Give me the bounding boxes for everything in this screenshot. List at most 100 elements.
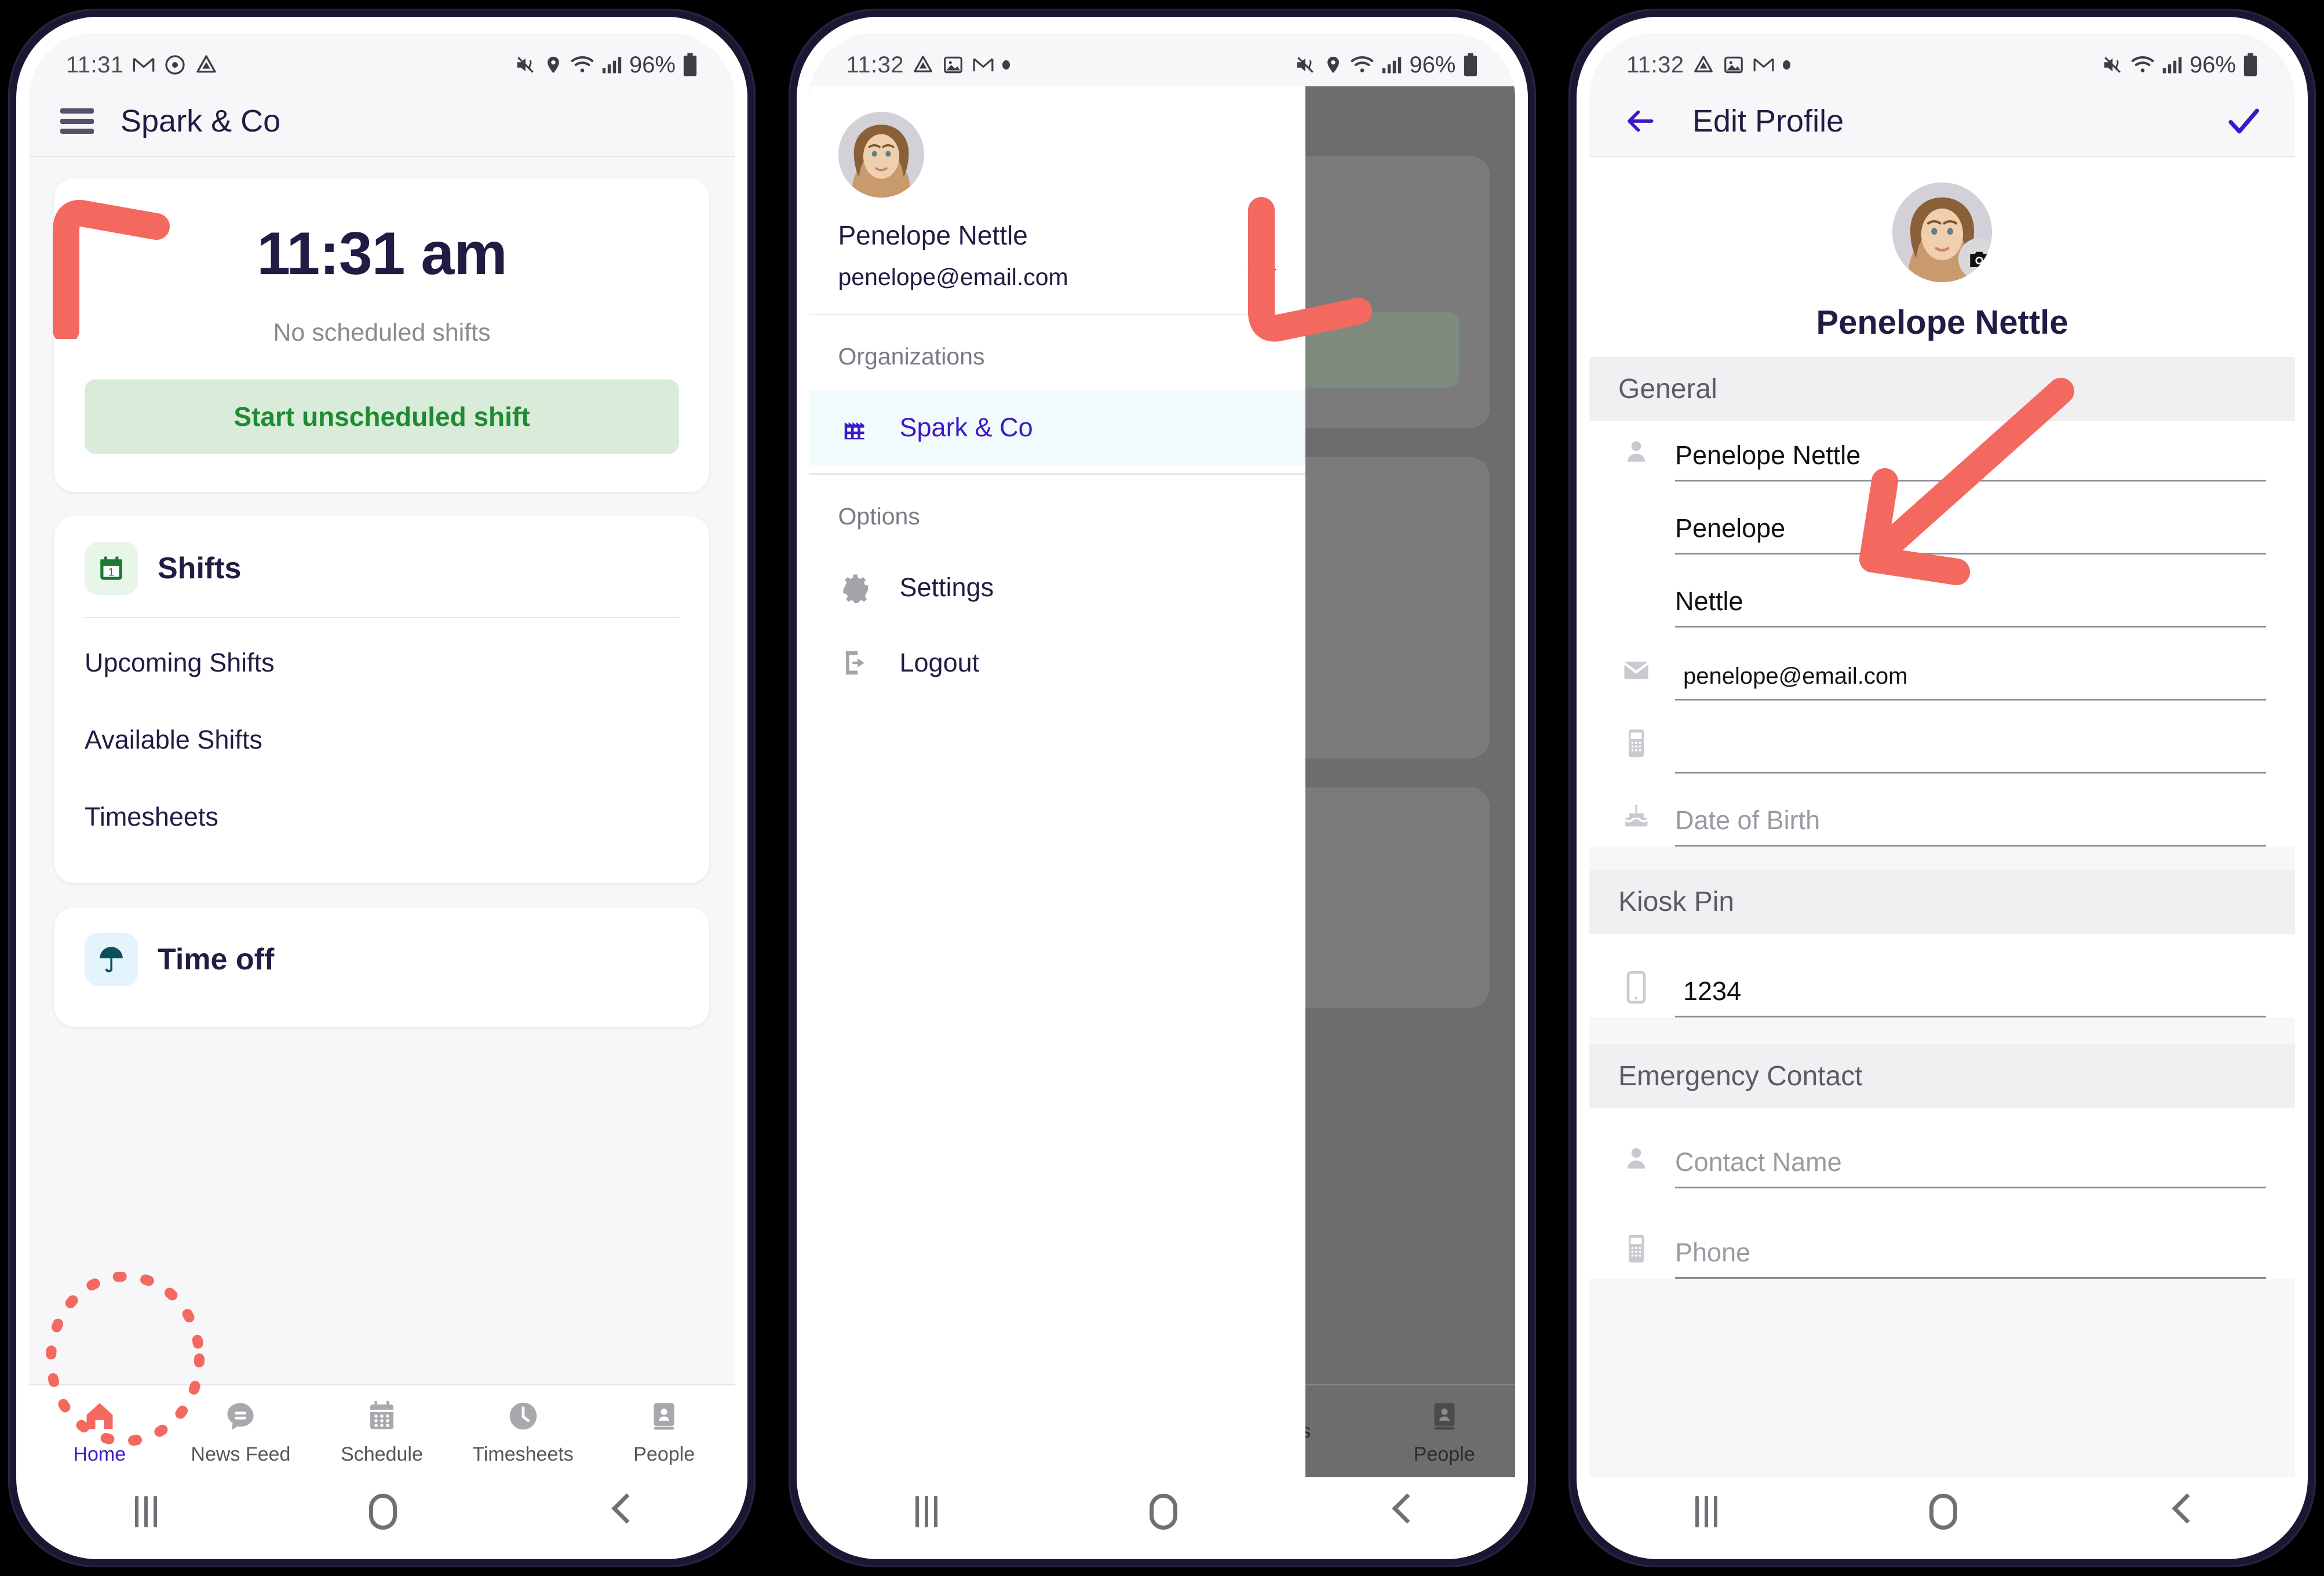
section-header-emergency-contact: Emergency Contact [1589, 1044, 2295, 1108]
time-off-card[interactable]: Time off [54, 907, 709, 1027]
profile-name: Penelope Nettle [1816, 304, 2068, 341]
drawer-header[interactable]: Penelope Nettle penelope@email.com [809, 86, 1305, 315]
start-unscheduled-shift-button[interactable]: Start unscheduled shift [85, 380, 679, 454]
nav-label-home: Home [73, 1443, 126, 1465]
nav-item-home[interactable]: Home [29, 1397, 170, 1466]
calendar-icon: 1 [85, 542, 138, 595]
shift-link-upcoming[interactable]: Upcoming Shifts [85, 624, 679, 701]
field-value: Penelope Nettle [1675, 440, 1861, 470]
android-navigation-bar [29, 1477, 735, 1546]
dot-icon [1782, 60, 1790, 70]
blank-icon-slot [1618, 567, 1654, 628]
field-underline [1675, 713, 2266, 774]
field-underline: Phone [1675, 1219, 2266, 1279]
field-last-name[interactable]: Nettle [1589, 567, 2295, 628]
field-contact-phone[interactable]: Phone [1589, 1219, 2295, 1279]
location-icon [543, 55, 563, 75]
nav-item-people[interactable]: People [593, 1397, 735, 1466]
phone-2-content: ts People [809, 86, 1515, 1477]
field-value: penelope@email.com [1683, 663, 1908, 689]
field-first-name[interactable]: Penelope [1589, 494, 2295, 554]
scroll-area[interactable]: 11:31 am No scheduled shifts Start unsch… [29, 157, 735, 1027]
battery-icon [2243, 53, 2258, 77]
phone-3-content[interactable]: Penelope Nettle General Penelope Nettle … [1589, 157, 2295, 1477]
chat-icon [221, 1397, 260, 1435]
person-icon [1618, 421, 1654, 481]
nav-item-timesheets[interactable]: Timesheets [453, 1397, 594, 1466]
mobile-icon [1618, 713, 1654, 774]
field-placeholder: Date of Birth [1675, 805, 1820, 835]
location-icon [1323, 55, 1343, 75]
chevron-down-icon[interactable] [1247, 269, 1276, 285]
phone-1-screen: 11:31 96% Spark & Co 11:31 am No schedul… [29, 33, 735, 1546]
field-value: 1234 [1683, 976, 1742, 1006]
phone-1-home-screen: 11:31 96% Spark & Co 11:31 am No schedul… [8, 9, 756, 1567]
signal-icon [601, 55, 622, 75]
drawer-overlay-wrap: ts People [809, 86, 1515, 1477]
signal-icon [1381, 55, 1402, 75]
field-underline: Penelope [1675, 494, 2266, 554]
spacer [1589, 934, 2295, 957]
status-bar: 11:32 96% [1589, 33, 2295, 86]
gmail-icon [1753, 54, 1775, 76]
wifi-icon [570, 54, 594, 76]
phone-3-screen: 11:32 96% Edit Profile Penelope Nettle G… [1589, 33, 2295, 1546]
ghost-nav-item-people[interactable]: People [1374, 1397, 1515, 1466]
android-recents-icon[interactable] [915, 1496, 937, 1527]
current-time: 11:31 am [257, 220, 507, 287]
home-icon [81, 1397, 119, 1435]
android-back-icon[interactable] [609, 1495, 629, 1528]
contacts-icon [645, 1397, 683, 1435]
nav-label-people: People [633, 1443, 695, 1465]
android-home-icon[interactable] [1149, 1494, 1177, 1530]
phone-1-content: 11:31 am No scheduled shifts Start unsch… [29, 157, 735, 1384]
field-mobile[interactable] [1589, 713, 2295, 774]
drawer-item-settings[interactable]: Settings [809, 550, 1305, 625]
shift-link-timesheets[interactable]: Timesheets [85, 778, 679, 855]
navigation-drawer: Penelope Nettle penelope@email.com Organ… [809, 86, 1305, 1477]
shift-link-available[interactable]: Available Shifts [85, 701, 679, 778]
avatar [838, 112, 924, 198]
drive-icon [912, 54, 934, 76]
android-back-icon[interactable] [2169, 1495, 2189, 1528]
drawer-item-logout[interactable]: Logout [809, 625, 1305, 701]
android-recents-icon[interactable] [1695, 1496, 1717, 1527]
status-bar-left: 11:31 [66, 52, 218, 78]
drawer-item-label: Logout [899, 648, 980, 677]
status-time: 11:31 [66, 52, 124, 78]
page-title: Edit Profile [1692, 104, 1844, 138]
battery-percent: 96% [1409, 52, 1456, 78]
field-date-of-birth[interactable]: Date of Birth [1589, 786, 2295, 847]
ghost-nav-label-people: People [1413, 1443, 1475, 1465]
drawer-item-spark-and-co[interactable]: Spark & Co [809, 390, 1305, 465]
check-icon[interactable] [2224, 102, 2263, 140]
nav-item-schedule[interactable]: Schedule [311, 1397, 453, 1466]
field-full-name[interactable]: Penelope Nettle [1589, 421, 2295, 481]
drawer-item-label: Settings [899, 572, 994, 602]
android-recents-icon[interactable] [135, 1496, 157, 1527]
gear-icon [838, 570, 874, 605]
app-bar: Edit Profile [1589, 86, 2295, 157]
status-bar-left: 11:32 [1626, 52, 1790, 78]
field-kiosk-pin[interactable]: 1234 [1589, 957, 2295, 1017]
phone-3-edit-profile: 11:32 96% Edit Profile Penelope Nettle G… [1568, 9, 2316, 1567]
hamburger-icon[interactable] [60, 108, 94, 134]
nav-label-news-feed: News Feed [191, 1443, 291, 1465]
field-contact-name[interactable]: Contact Name [1589, 1128, 2295, 1188]
status-bar-right: 96% [2102, 52, 2258, 78]
meet-icon [163, 53, 187, 76]
android-home-icon[interactable] [1929, 1494, 1957, 1530]
clock-card: 11:31 am No scheduled shifts Start unsch… [54, 178, 709, 492]
android-back-icon[interactable] [1389, 1495, 1409, 1528]
nav-item-news-feed[interactable]: News Feed [170, 1397, 312, 1466]
android-home-icon[interactable] [369, 1494, 397, 1530]
spacer [1589, 481, 2295, 494]
back-arrow-icon[interactable] [1622, 103, 1658, 139]
status-time: 11:32 [846, 52, 904, 78]
time-off-card-header: Time off [85, 933, 679, 986]
svg-text:1: 1 [108, 566, 114, 578]
avatar[interactable] [1892, 183, 1992, 282]
umbrella-icon [85, 933, 138, 986]
field-email[interactable]: penelope@email.com [1589, 640, 2295, 701]
mail-icon [1618, 640, 1654, 701]
